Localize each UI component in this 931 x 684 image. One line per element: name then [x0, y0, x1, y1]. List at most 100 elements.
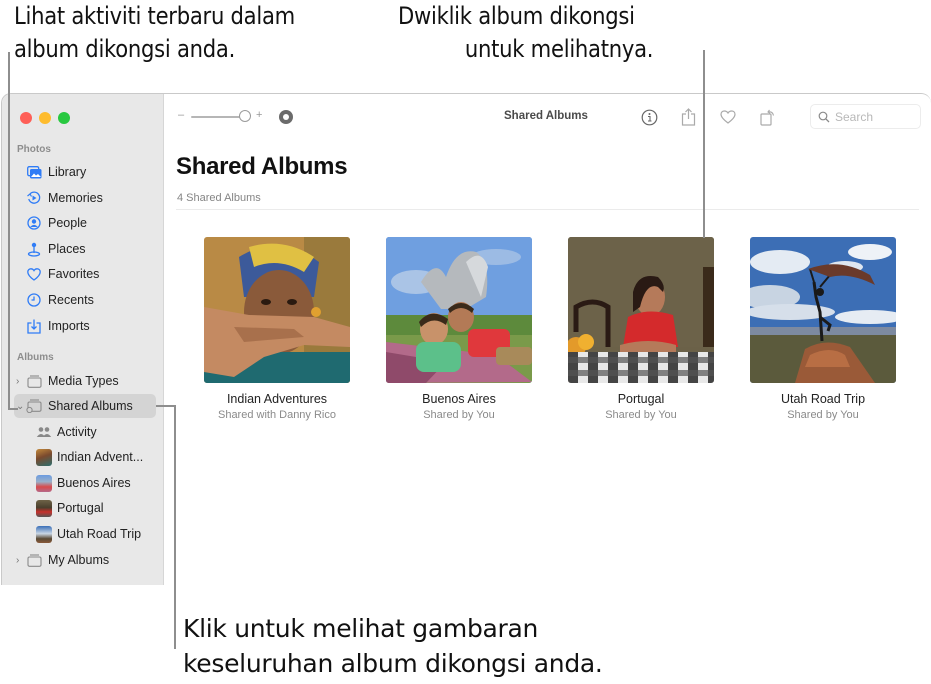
album-cover — [750, 237, 896, 383]
album-share-status: Shared with Danny Rico — [217, 409, 336, 421]
sidebar-item-label: Utah Road Trip — [57, 527, 142, 541]
zoom-slider-handle[interactable] — [239, 110, 251, 122]
sidebar-item-media-types[interactable]: › Media Types — [2, 369, 164, 393]
leader-line-overview — [174, 405, 176, 649]
sidebar-item-memories[interactable]: Memories — [2, 186, 164, 210]
heart-icon[interactable] — [718, 107, 738, 127]
activity-icon — [36, 424, 52, 440]
sidebar: Photos Library Memories People Places Fa… — [2, 94, 164, 585]
main-content: Shared Albums 4 Shared Albums Indian Adv… — [165, 140, 931, 585]
sidebar-item-label: Buenos Aires — [57, 476, 131, 490]
album-thumbnail — [36, 474, 52, 492]
callout-text: album dikongsi anda. — [14, 35, 236, 63]
section-photos-label: Photos — [17, 144, 51, 155]
sidebar-item-my-albums[interactable]: › My Albums — [2, 548, 164, 572]
sidebar-item-label: People — [48, 216, 87, 230]
album-thumbnail — [36, 525, 52, 543]
leader-line-overview — [156, 405, 176, 407]
sidebar-item-shared-albums[interactable]: ⌄ Shared Albums — [14, 394, 156, 418]
sidebar-item-indian-adventures[interactable]: Indian Advent... — [2, 445, 164, 469]
sidebar-item-imports[interactable]: Imports — [2, 314, 164, 338]
sidebar-item-portugal[interactable]: Portugal — [2, 496, 164, 520]
album-tile-indian-adventures[interactable]: Indian Adventures Shared with Danny Rico — [186, 237, 368, 421]
slideshow-icon[interactable] — [279, 110, 293, 124]
album-tile-buenos-aires[interactable]: Buenos Aires Shared by You — [368, 237, 550, 421]
leader-line-activity — [8, 52, 10, 410]
callout-text: keseluruhan album dikongsi anda. — [183, 649, 603, 678]
toolbar: – + Shared Albums — [165, 94, 931, 140]
album-tile-utah-road-trip[interactable]: Utah Road Trip Shared by You — [732, 237, 914, 421]
page-title: Shared Albums — [176, 153, 348, 180]
sidebar-item-recents[interactable]: Recents — [2, 288, 164, 312]
window-title: Shared Albums — [504, 110, 588, 122]
callout-text: Lihat aktiviti terbaru dalam — [14, 2, 295, 30]
divider — [176, 209, 919, 210]
callout-activity: Lihat aktiviti terbaru dalam album dikon… — [14, 0, 295, 66]
sidebar-item-label: Places — [48, 242, 86, 256]
album-name: Utah Road Trip — [780, 392, 866, 406]
rotate-icon[interactable] — [758, 107, 778, 127]
info-icon[interactable] — [639, 107, 659, 127]
photos-window: Photos Library Memories People Places Fa… — [1, 93, 931, 585]
callout-text: untuk melihatnya. — [464, 35, 654, 63]
places-icon — [26, 241, 42, 257]
album-name: Indian Adventures — [226, 392, 328, 406]
sidebar-item-utah-road-trip[interactable]: Utah Road Trip — [2, 522, 164, 546]
sidebar-item-label: Imports — [48, 319, 90, 333]
chevron-right-icon[interactable]: › — [16, 376, 19, 387]
sidebar-item-label: Portugal — [57, 501, 104, 515]
folder-icon — [26, 552, 42, 568]
album-thumbnail — [36, 499, 52, 517]
sidebar-item-favorites[interactable]: Favorites — [2, 262, 164, 286]
sidebar-item-activity[interactable]: Activity — [2, 420, 164, 444]
zoom-slider-track[interactable] — [191, 116, 245, 118]
sidebar-item-label: Media Types — [48, 374, 119, 388]
search-input[interactable] — [835, 109, 915, 124]
album-cover — [568, 237, 714, 383]
sidebar-item-label: Recents — [48, 293, 94, 307]
album-tile-portugal[interactable]: Portugal Shared by You — [550, 237, 732, 421]
callout-double-click: Dwiklik album dikongsi untuk melihatnya. — [398, 0, 697, 66]
album-cover — [204, 237, 350, 383]
memories-icon — [26, 190, 42, 206]
leader-line-double-click — [703, 50, 705, 238]
callout-text: Dwiklik album dikongsi — [398, 2, 635, 30]
leader-line-activity — [8, 408, 18, 410]
album-cover — [386, 237, 532, 383]
sidebar-item-library[interactable]: Library — [2, 160, 164, 184]
close-button[interactable] — [20, 112, 32, 124]
sidebar-item-label: My Albums — [48, 553, 110, 567]
album-name: Portugal — [617, 392, 665, 406]
album-share-status: Shared by You — [787, 409, 859, 421]
zoom-out-button[interactable]: – — [178, 109, 184, 121]
minimize-button[interactable] — [39, 112, 51, 124]
zoom-in-button[interactable]: + — [256, 109, 262, 121]
album-thumbnail — [36, 448, 52, 466]
import-icon — [26, 318, 42, 334]
library-icon — [26, 164, 42, 180]
share-icon[interactable] — [678, 107, 698, 127]
section-albums-label: Albums — [17, 352, 54, 363]
chevron-right-icon[interactable]: › — [16, 555, 19, 566]
heart-icon — [26, 266, 42, 282]
sidebar-item-label: Indian Advent... — [57, 450, 144, 464]
sidebar-item-label: Memories — [48, 191, 103, 205]
sidebar-item-label: Favorites — [48, 267, 100, 281]
people-icon — [26, 215, 42, 231]
sidebar-item-buenos-aires[interactable]: Buenos Aires — [2, 471, 164, 495]
clock-icon — [26, 292, 42, 308]
album-count: 4 Shared Albums — [177, 192, 261, 204]
shared-folder-icon — [26, 398, 42, 414]
sidebar-item-places[interactable]: Places — [2, 237, 164, 261]
search-field[interactable] — [810, 104, 921, 129]
zoom-button[interactable] — [58, 112, 70, 124]
album-name: Buenos Aires — [422, 392, 496, 406]
callout-text: Klik untuk melihat gambaran — [183, 614, 539, 643]
sidebar-item-label: Activity — [57, 425, 97, 439]
album-share-status: Shared by You — [423, 409, 495, 421]
sidebar-item-label: Library — [48, 165, 87, 179]
folder-icon — [26, 373, 42, 389]
sidebar-item-people[interactable]: People — [2, 211, 164, 235]
album-share-status: Shared by You — [605, 409, 677, 421]
search-icon — [818, 111, 830, 122]
